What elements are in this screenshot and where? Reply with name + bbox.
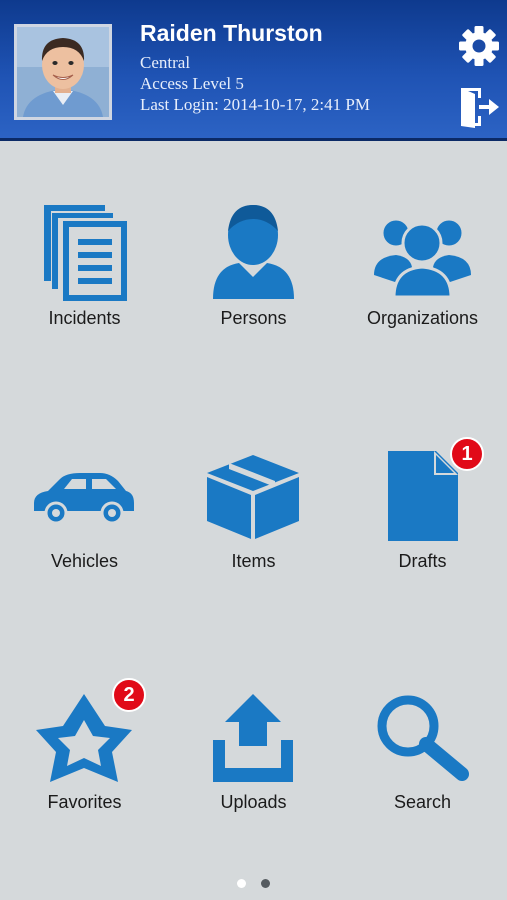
tile-items[interactable]: Items	[169, 445, 338, 595]
tile-drafts[interactable]: 1 Drafts	[338, 437, 507, 595]
person-icon	[213, 205, 294, 299]
tile-label-persons: Persons	[220, 308, 287, 328]
tile-uploads[interactable]: Uploads	[169, 690, 338, 830]
user-header: Raiden Thurston Central Access Level 5 L…	[0, 0, 507, 141]
logout-door-icon	[461, 88, 499, 128]
user-agency: Central	[140, 53, 191, 72]
tile-favorites[interactable]: 2 Favorites	[0, 678, 169, 830]
user-last-login: Last Login: 2014-10-17, 2:41 PM	[140, 95, 370, 114]
logout-button[interactable]	[457, 86, 501, 128]
user-access-level: Access Level 5	[140, 74, 244, 93]
car-icon	[34, 473, 134, 525]
tile-search[interactable]: Search	[338, 690, 507, 830]
tile-label-uploads: Uploads	[220, 792, 287, 812]
tile-label-vehicles: Vehicles	[50, 551, 119, 571]
tile-label-items: Items	[231, 551, 276, 571]
favorites-badge: 2	[112, 678, 146, 712]
gear-icon	[459, 26, 499, 66]
tile-label-favorites: Favorites	[47, 792, 122, 812]
settings-button[interactable]	[457, 24, 501, 68]
page-indicator[interactable]	[0, 876, 507, 890]
tile-label-incidents: Incidents	[48, 308, 121, 328]
search-icon	[377, 695, 469, 781]
box-icon	[207, 455, 299, 539]
documents-icon	[44, 205, 127, 301]
user-name: Raiden Thurston	[140, 20, 323, 46]
star-icon	[36, 694, 132, 782]
tile-label-drafts: Drafts	[398, 551, 447, 571]
page-dot-2[interactable]	[261, 879, 270, 888]
upload-icon	[213, 694, 293, 782]
group-icon	[374, 217, 471, 299]
user-avatar	[14, 24, 112, 120]
tile-label-search: Search	[393, 792, 452, 812]
tile-organizations[interactable]: Organizations	[338, 195, 507, 345]
tile-vehicles[interactable]: Vehicles	[0, 445, 169, 595]
drafts-badge: 1	[450, 437, 484, 471]
tile-persons[interactable]: Persons	[169, 195, 338, 345]
tile-label-organizations: Organizations	[366, 308, 479, 328]
tile-incidents[interactable]: Incidents	[0, 195, 169, 345]
page-dot-1[interactable]	[237, 879, 246, 888]
draft-document-icon	[388, 451, 458, 541]
